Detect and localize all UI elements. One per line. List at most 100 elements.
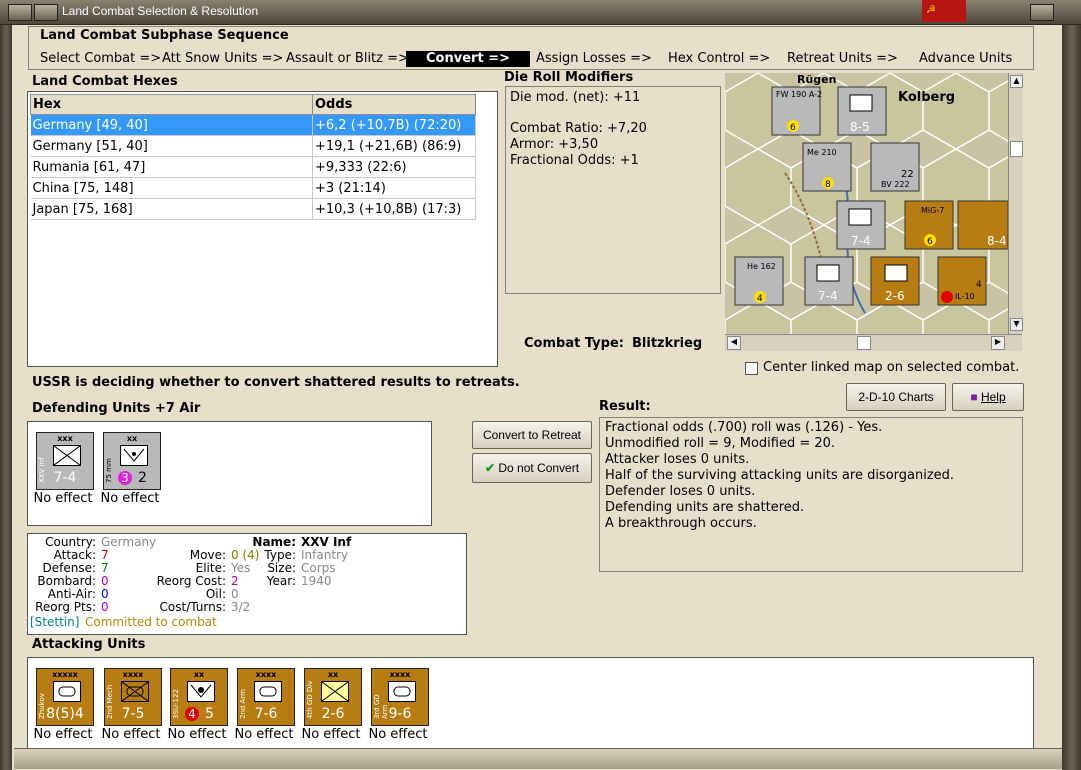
close-button[interactable] xyxy=(1030,4,1054,21)
unit-effect: No effect xyxy=(100,491,160,506)
table-row[interactable]: Germany [51, 40] +19,1 (+21,6B) (86:9) xyxy=(30,135,476,157)
table-row[interactable]: Germany [49, 40] +6,2 (+10,7B) (72:20) xyxy=(30,114,476,136)
svg-text:BV 222: BV 222 xyxy=(881,180,910,189)
seq-assign-losses: Assign Losses => xyxy=(536,51,652,66)
svg-text:MiG-7: MiG-7 xyxy=(921,206,944,215)
svg-text:6: 6 xyxy=(927,237,933,247)
map-counter[interactable]: 8-4 xyxy=(957,200,1008,250)
scroll-left-arrow-icon[interactable]: ◀ xyxy=(727,336,741,350)
modifier-line: Fractional Odds: +1 xyxy=(510,153,639,168)
hex-cell[interactable]: Germany [51, 40] xyxy=(30,135,313,157)
help-button[interactable]: ■ Help xyxy=(952,383,1024,411)
convert-to-retreat-button[interactable]: Convert to Retreat xyxy=(472,421,592,449)
map-counter[interactable]: FW 190 A-2 6 xyxy=(771,86,822,136)
map-counter[interactable]: He 162 4 xyxy=(734,256,784,306)
no-convert-button-label: Do not Convert xyxy=(498,461,580,475)
scroll-right-arrow-icon[interactable]: ▶ xyxy=(991,336,1005,350)
attacking-unit-counter[interactable]: xxxx 2nd Arm 7-6 xyxy=(237,668,295,726)
unit-size: xxxx xyxy=(389,670,411,679)
combat-type-label: Combat Type: xyxy=(524,336,624,351)
odds-cell[interactable]: +10,3 (+10,8B) (17:3) xyxy=(312,198,476,220)
map-counter[interactable]: BV 222 22 xyxy=(870,142,920,192)
status-message: USSR is deciding whether to convert shat… xyxy=(32,375,520,390)
die-roll-modifiers-title: Die Roll Modifiers xyxy=(504,70,634,85)
armor-symbol-icon xyxy=(53,681,81,702)
defending-unit-counter[interactable]: xx 75 mm 3 2 xyxy=(103,432,161,490)
svg-text:22: 22 xyxy=(901,169,914,180)
reorg-cost-label: Reorg Cost: xyxy=(156,574,226,588)
center-map-checkbox[interactable] xyxy=(745,362,758,375)
die-roll-modifiers-panel xyxy=(505,86,721,294)
attacking-unit-counter[interactable]: xxxx 2nd Mech 7-5 xyxy=(104,668,162,726)
type-value: Infantry xyxy=(301,548,349,562)
charts-button[interactable]: 2-D-10 Charts xyxy=(846,383,946,411)
attacking-units-title: Attacking Units xyxy=(32,637,146,652)
column-header-hex[interactable]: Hex xyxy=(30,94,313,115)
restore-button[interactable] xyxy=(34,4,58,21)
defending-unit-counter[interactable]: xxx XXV Inf 7-4 xyxy=(36,432,94,490)
type-label: Type: xyxy=(264,548,296,562)
table-row[interactable]: China [75, 148] +3 (21:14) xyxy=(30,177,476,199)
bottom-frame xyxy=(14,748,1062,769)
title-bar: Land Combat Selection & Resolution ☭ xyxy=(0,0,1081,25)
hex-cell[interactable]: Rumania [61, 47] xyxy=(30,156,313,178)
do-not-convert-button[interactable]: ✔ Do not Convert xyxy=(472,453,592,483)
unit-effect: No effect xyxy=(368,727,428,742)
infantry-symbol-icon xyxy=(53,445,81,466)
elite-label: Elite: xyxy=(195,561,226,575)
hex-cell[interactable]: China [75, 148] xyxy=(30,177,313,199)
odds-cell[interactable]: +19,1 (+21,6B) (86:9) xyxy=(312,135,476,157)
hex-cell[interactable]: Japan [75, 168] xyxy=(30,198,313,220)
faction-flag-icon: ☭ xyxy=(922,0,966,22)
system-menu-button[interactable] xyxy=(8,4,32,21)
map-label-kolberg: Kolberg xyxy=(898,90,955,105)
scroll-down-arrow-icon[interactable]: ▼ xyxy=(1010,318,1023,331)
hex-cell[interactable]: Germany [49, 40] xyxy=(30,114,313,136)
odds-cell[interactable]: +6,2 (+10,7B) (72:20) xyxy=(312,114,476,136)
infantry-symbol-icon xyxy=(321,681,349,702)
map-counter[interactable]: 7-4 xyxy=(804,256,854,306)
map-counter[interactable]: 8-5 xyxy=(837,86,887,136)
result-line: Defender loses 0 units. xyxy=(605,484,756,499)
map-counter[interactable]: MiG-7 6 xyxy=(904,200,954,250)
oil-value: 0 xyxy=(231,587,239,601)
window-title: Land Combat Selection & Resolution xyxy=(62,4,259,18)
attacking-unit-counter[interactable]: xxxxx Zhukov 8(5)4 xyxy=(36,668,94,726)
map-hexes: Rügen Kolberg FW 190 A-2 6 8-5 Me 210 8 … xyxy=(725,73,1008,334)
convert-button-label: Convert to Retreat xyxy=(482,428,582,442)
bombard-value: 0 xyxy=(101,574,109,588)
map-counter[interactable]: 2-6 xyxy=(870,256,920,306)
scroll-thumb[interactable] xyxy=(857,336,871,350)
map-label-rugen: Rügen xyxy=(797,73,836,86)
unit-status: Committed to combat xyxy=(85,615,217,629)
attacking-unit-counter[interactable]: xxxx 3rd GD Arm 9-6 xyxy=(371,668,429,726)
seq-convert-active: Convert => xyxy=(406,51,530,67)
unit-effect: No effect xyxy=(167,727,227,742)
map-vertical-scrollbar[interactable]: ▲ ▼ xyxy=(1008,73,1023,334)
armor-symbol-icon xyxy=(254,681,282,702)
attack-label: Attack: xyxy=(53,548,96,562)
seq-advance-units: Advance Units xyxy=(919,51,1013,66)
unit-effect: No effect xyxy=(33,491,93,506)
odds-cell[interactable]: +3 (21:14) xyxy=(312,177,476,199)
svg-text:8-5: 8-5 xyxy=(850,120,870,134)
linked-map[interactable]: Rügen Kolberg FW 190 A-2 6 8-5 Me 210 8 … xyxy=(725,73,1008,334)
move-label: Move: xyxy=(189,548,226,562)
attacking-unit-counter[interactable]: xx 3SU-122 4 5 xyxy=(170,668,228,726)
table-row[interactable]: Japan [75, 168] +10,3 (+10,8B) (17:3) xyxy=(30,198,476,220)
map-counter[interactable]: 7-4 xyxy=(836,200,886,250)
column-header-odds[interactable]: Odds xyxy=(312,94,476,115)
table-row[interactable]: Rumania [61, 47] +9,333 (22:6) xyxy=(30,156,476,178)
seq-att-snow-units: Att Snow Units => xyxy=(162,51,284,66)
map-counter[interactable]: IL-10 4 xyxy=(937,256,987,306)
map-counter[interactable]: Me 210 8 xyxy=(802,142,852,192)
artillery-symbol-icon xyxy=(120,445,148,466)
scroll-thumb[interactable] xyxy=(1010,141,1023,157)
svg-text:8: 8 xyxy=(825,180,831,190)
odds-cell[interactable]: +9,333 (22:6) xyxy=(312,156,476,178)
unit-size: xx xyxy=(126,434,138,443)
defense-label: Defense: xyxy=(42,561,96,575)
map-horizontal-scrollbar[interactable]: ◀ ▶ xyxy=(725,334,1022,351)
scroll-up-arrow-icon[interactable]: ▲ xyxy=(1010,75,1023,88)
attacking-unit-counter[interactable]: xx 4th GD Div 2-6 xyxy=(304,668,362,726)
